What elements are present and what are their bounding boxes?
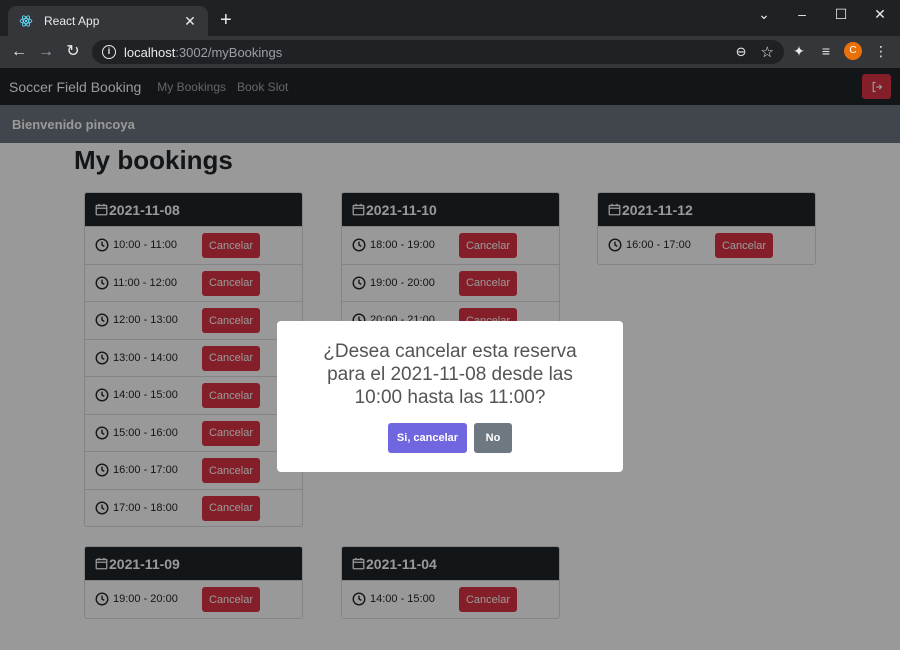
back-icon[interactable]: ←	[9, 42, 29, 62]
new-tab-icon[interactable]: +	[220, 10, 232, 30]
browser-tabstrip: React App ✕ + ⌄ – ☐ ✕	[0, 0, 900, 36]
tab-close-icon[interactable]: ✕	[182, 13, 198, 30]
confirm-cancel-button[interactable]: Si, cancelar	[388, 423, 467, 453]
confirm-dialog: ¿Desea cancelar esta reserva para el 202…	[277, 321, 623, 472]
reload-icon[interactable]: ↻	[63, 42, 83, 62]
media-control-icon[interactable]: ≡	[817, 43, 835, 59]
forward-icon[interactable]: →	[36, 42, 56, 62]
react-icon	[18, 13, 34, 29]
browser-toolbar: ← → ↻ i localhost :3002/myBookings ⊖ ☆ ✦…	[0, 36, 900, 68]
tab-title: React App	[44, 14, 100, 28]
bookmark-star-icon[interactable]: ☆	[761, 43, 774, 61]
maximize-icon[interactable]: ☐	[831, 6, 851, 23]
zoom-icon[interactable]: ⊖	[736, 44, 747, 60]
tab-search-icon[interactable]: ⌄	[754, 6, 774, 23]
address-bar[interactable]: i localhost :3002/myBookings ⊖ ☆	[92, 40, 784, 64]
dialog-message: ¿Desea cancelar esta reserva para el 202…	[323, 341, 577, 408]
browser-tab[interactable]: React App ✕	[8, 6, 208, 36]
url-path: :3002/myBookings	[175, 44, 283, 60]
deny-button[interactable]: No	[474, 423, 512, 453]
extensions-icon[interactable]: ✦	[790, 43, 808, 60]
browser-menu-icon[interactable]: ⋮	[872, 43, 890, 60]
site-info-icon[interactable]: i	[102, 45, 116, 59]
minimize-icon[interactable]: –	[792, 6, 812, 22]
window-close-icon[interactable]: ✕	[870, 6, 890, 23]
profile-avatar[interactable]: C	[844, 42, 862, 60]
dialog-actions: Si, cancelar No	[277, 423, 623, 453]
url-host: localhost	[124, 44, 176, 60]
